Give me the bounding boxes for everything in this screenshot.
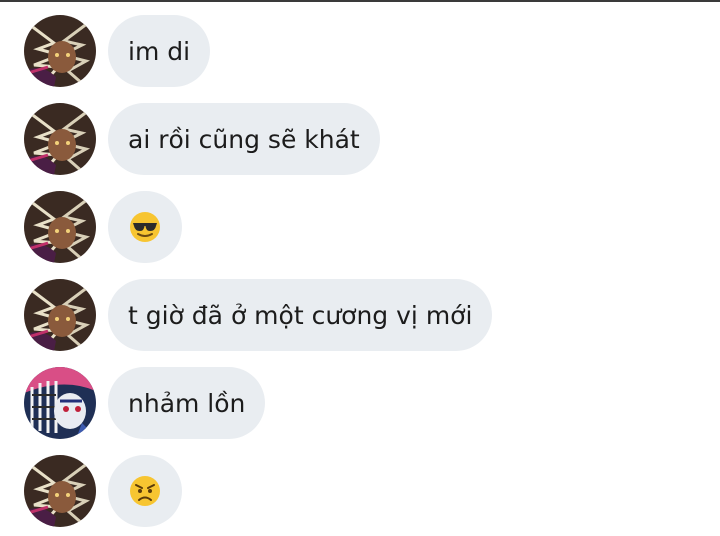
message-text: t giờ đã ở một cương vị mới bbox=[128, 300, 473, 330]
friend-avatar[interactable] bbox=[24, 191, 96, 263]
friend-avatar[interactable] bbox=[24, 15, 96, 87]
message-text: nhảm lồn bbox=[128, 388, 246, 418]
sunglasses-face-emoji bbox=[129, 211, 161, 243]
message-text: ai rồi cũng sẽ khát bbox=[128, 124, 360, 154]
message-bubble[interactable] bbox=[108, 191, 182, 263]
message-bubble[interactable]: nhảm lồn bbox=[108, 367, 266, 439]
message-row: im di bbox=[24, 15, 211, 87]
message-row: ai rồi cũng sẽ khát bbox=[24, 103, 380, 175]
message-bubble[interactable]: t giờ đã ở một cương vị mới bbox=[108, 279, 493, 351]
angry-face-emoji bbox=[129, 475, 161, 507]
message-text: im di bbox=[128, 36, 191, 66]
message-row: t giờ đã ở một cương vị mới bbox=[24, 279, 493, 351]
friend-avatar[interactable] bbox=[24, 103, 96, 175]
message-bubble[interactable] bbox=[108, 455, 182, 527]
message-bubble[interactable]: im di bbox=[108, 15, 211, 87]
message-bubble[interactable]: ai rồi cũng sẽ khát bbox=[108, 103, 380, 175]
message-row: nhảm lồn bbox=[24, 367, 266, 439]
friend-avatar[interactable] bbox=[24, 279, 96, 351]
chat-thread[interactable]: im di ai rồi cũng sẽ khát t giờ đã ở một… bbox=[0, 0, 720, 536]
friend-avatar[interactable] bbox=[24, 455, 96, 527]
other-avatar[interactable] bbox=[24, 367, 96, 439]
message-row bbox=[24, 455, 182, 527]
message-row bbox=[24, 191, 182, 263]
